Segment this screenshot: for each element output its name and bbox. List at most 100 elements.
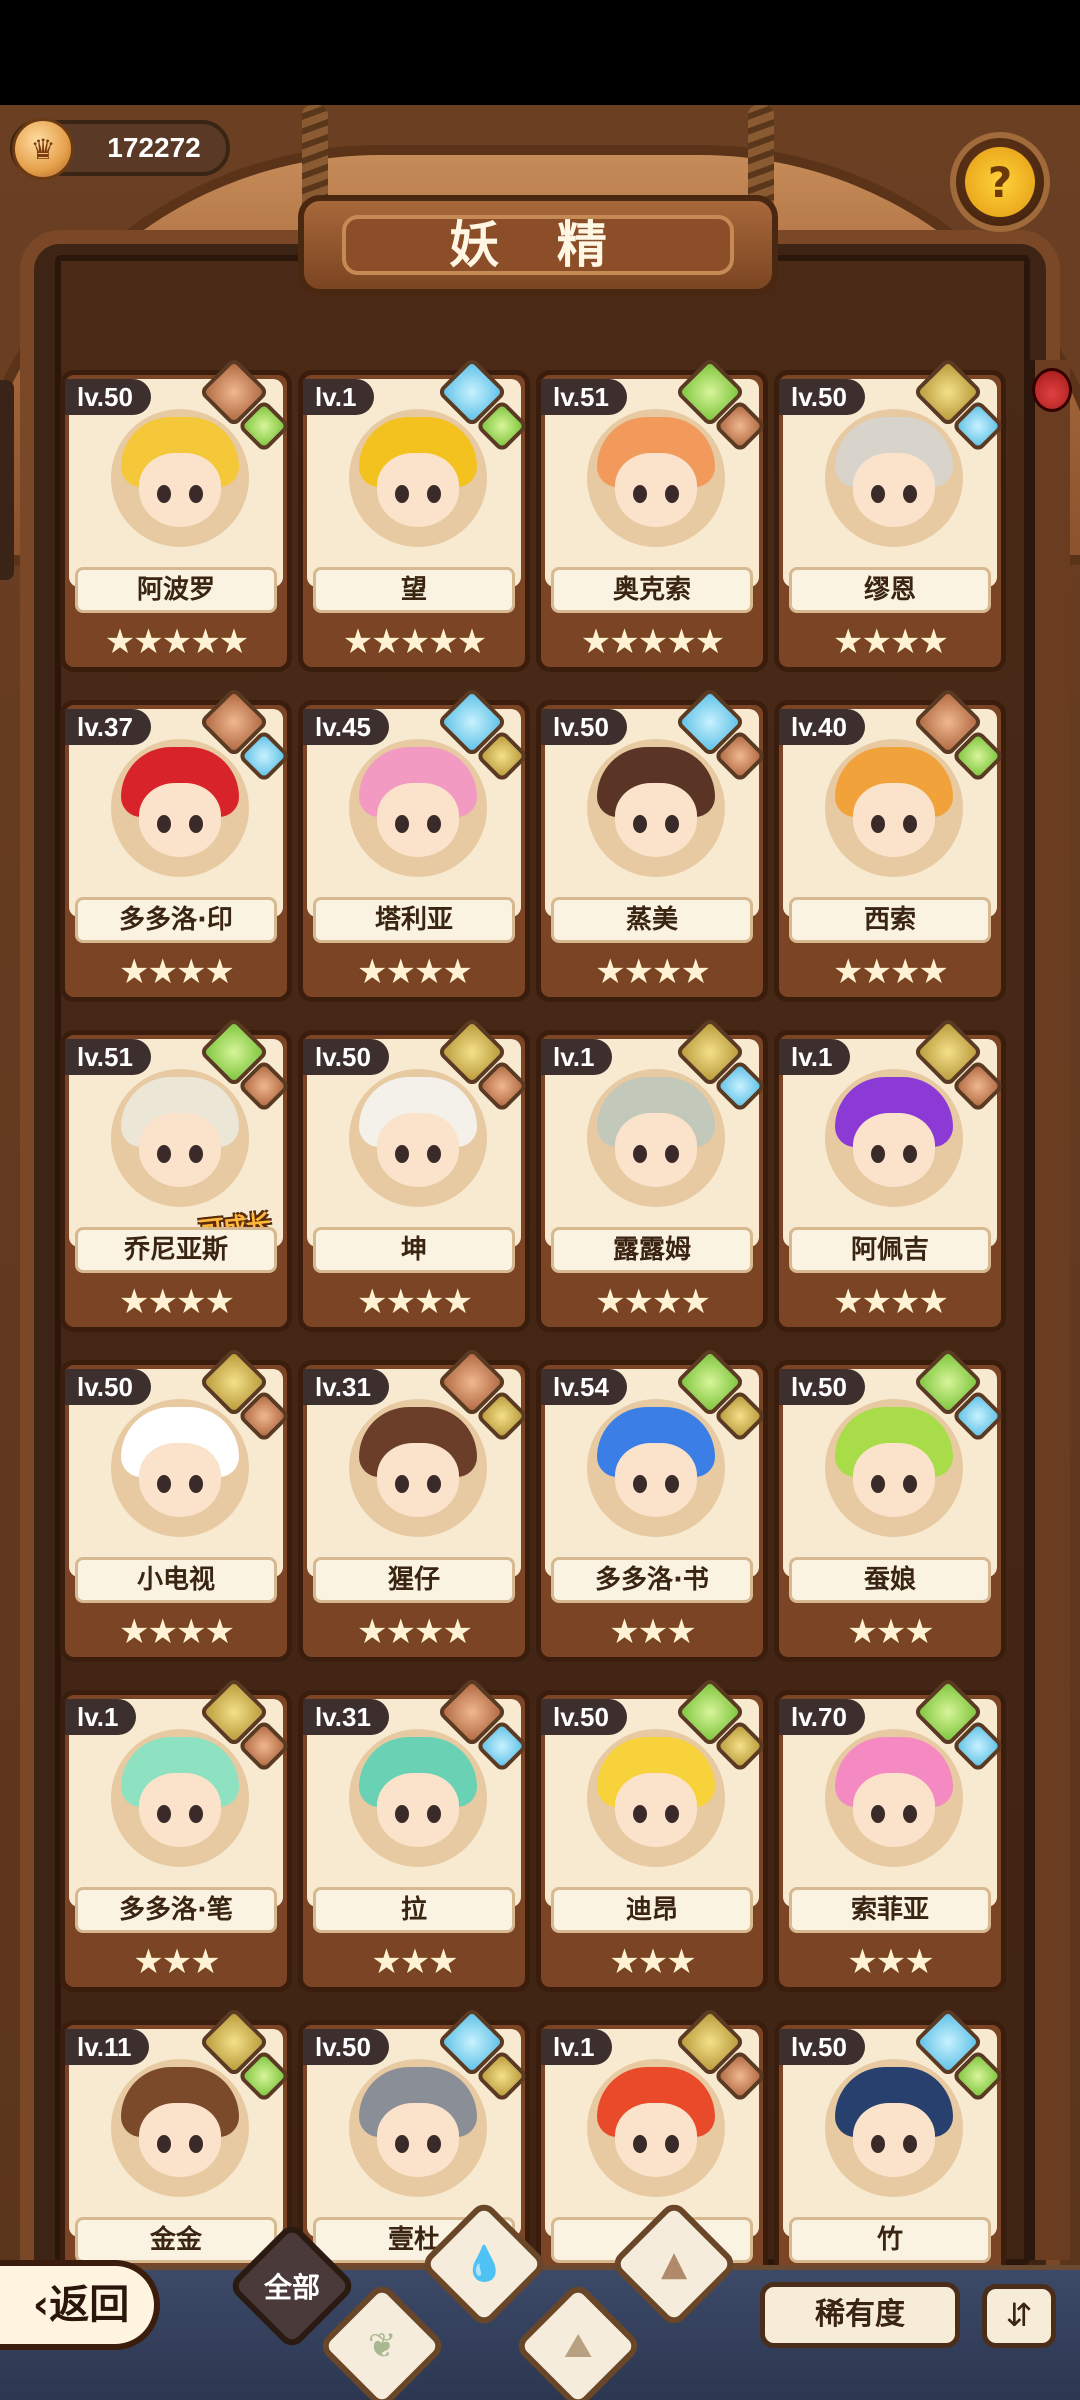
earth-icon: ⛰ <box>563 2326 593 2366</box>
fairy-card[interactable]: lv.51 奥克索 ★★★★★ <box>536 356 768 672</box>
card-paper: lv.50 <box>65 1346 291 1577</box>
portrait-face <box>139 1773 221 1847</box>
coin-counter: ♛ 172272 <box>10 118 230 180</box>
star-rating: ★★★★ <box>833 1282 949 1322</box>
portrait-eye <box>903 1805 917 1823</box>
page-title: 妖 精 <box>342 215 734 275</box>
back-button[interactable]: ‹返回 <box>0 2260 160 2350</box>
portrait-eye <box>903 1475 917 1493</box>
card-paper: lv.1 <box>779 1016 1005 1247</box>
fairy-card[interactable]: lv.1 望 ★★★★★ <box>298 356 530 672</box>
level-badge: lv.50 <box>65 1369 151 1405</box>
fairy-name: 坤 <box>313 1227 515 1273</box>
fairy-card[interactable]: lv.50 迪昂 ★★★ <box>536 1676 768 1992</box>
rarity-sort-button[interactable]: 稀有度 <box>760 2282 960 2348</box>
level-badge: lv.1 <box>541 1039 613 1075</box>
card-paper: lv.50 <box>779 356 1005 587</box>
card-paper: lv.37 <box>65 686 291 917</box>
fairy-card[interactable]: lv.50 小电视 ★★★★ <box>60 1346 292 1662</box>
portrait-face <box>615 1773 697 1847</box>
sprout-icon: ❦ <box>367 2326 397 2366</box>
scroll-rail[interactable] <box>1030 360 1070 2260</box>
level-badge: lv.50 <box>779 2029 865 2065</box>
fairy-name: 蚕娘 <box>789 1557 991 1603</box>
fairy-portrait <box>825 1729 963 1867</box>
portrait-eye <box>633 815 647 833</box>
fairy-name: 奥克索 <box>551 567 753 613</box>
back-label: 返回 <box>49 2282 130 2328</box>
fairy-card[interactable]: lv.31 拉 ★★★ <box>298 1676 530 1992</box>
fairy-name: 阿波罗 <box>75 567 277 613</box>
fairy-card[interactable]: lv.1 多多洛·笔 ★★★ <box>60 1676 292 1992</box>
level-badge: lv.50 <box>65 379 151 415</box>
fairy-card[interactable]: lv.50 坤 ★★★★ <box>298 1016 530 1332</box>
fairy-card[interactable]: lv.31 猩仔 ★★★★ <box>298 1346 530 1662</box>
fairy-card[interactable]: lv.50 蚕娘 ★★★ <box>774 1346 1006 1662</box>
portrait-eye <box>395 485 409 503</box>
fairy-card[interactable]: lv.70 索菲亚 ★★★ <box>774 1676 1006 1992</box>
fairy-card[interactable]: lv.1 阿佩吉 ★★★★ <box>774 1016 1006 1332</box>
fairy-portrait <box>111 409 249 547</box>
portrait-face <box>853 1443 935 1517</box>
portrait-face <box>139 1443 221 1517</box>
fairy-card[interactable]: lv.51可成长乔尼亚斯 ★★★★ <box>60 1016 292 1332</box>
fairy-card[interactable]: lv.1 露露姆 ★★★★ <box>536 1016 768 1332</box>
level-badge: lv.70 <box>779 1699 865 1735</box>
card-paper: lv.1 <box>303 356 529 587</box>
sort-order-icon: ⇵ <box>1005 2296 1033 2334</box>
fairy-portrait <box>587 1069 725 1207</box>
portrait-eye <box>665 1805 679 1823</box>
portrait-eye <box>903 815 917 833</box>
portrait-eye <box>157 1475 171 1493</box>
sort-order-button[interactable]: ⇵ <box>982 2284 1056 2348</box>
star-rating: ★★★★★ <box>580 622 725 662</box>
star-rating: ★★★ <box>133 1942 220 1982</box>
level-badge: lv.31 <box>303 1369 389 1405</box>
card-paper: lv.31 <box>303 1346 529 1577</box>
level-badge: lv.11 <box>65 2029 150 2065</box>
level-badge: lv.37 <box>65 709 151 745</box>
star-rating: ★★★★ <box>833 622 949 662</box>
fairy-card[interactable]: lv.50 阿波罗 ★★★★★ <box>60 356 292 672</box>
portrait-eye <box>633 1805 647 1823</box>
portrait-eye <box>189 1145 203 1163</box>
portrait-face <box>139 783 221 857</box>
fairy-card[interactable]: lv.50 蒸美 ★★★★ <box>536 686 768 1002</box>
level-badge: lv.50 <box>779 379 865 415</box>
fairy-name: 迪昂 <box>551 1887 753 1933</box>
level-badge: lv.1 <box>65 1699 137 1735</box>
portrait-eye <box>427 1475 441 1493</box>
fairy-card[interactable]: lv.54 多多洛·书 ★★★ <box>536 1346 768 1662</box>
portrait-eye <box>189 1805 203 1823</box>
fairy-name: 金金 <box>75 2217 277 2263</box>
portrait-eye <box>395 1145 409 1163</box>
card-paper: lv.54 <box>541 1346 767 1577</box>
portrait-eye <box>395 1805 409 1823</box>
filter-all-label: 全部 <box>263 2270 321 2304</box>
portrait-eye <box>871 1475 885 1493</box>
level-badge: lv.31 <box>303 1699 389 1735</box>
portrait-eye <box>871 1805 885 1823</box>
fairy-card[interactable]: lv.37 多多洛·印 ★★★★ <box>60 686 292 1002</box>
portrait-face <box>139 1113 221 1187</box>
card-paper: lv.50 <box>779 1346 1005 1577</box>
portrait-eye <box>189 815 203 833</box>
fairy-card[interactable]: lv.40 西索 ★★★★ <box>774 686 1006 1002</box>
ladybug-icon[interactable] <box>1032 368 1072 412</box>
portrait-eye <box>395 2135 409 2153</box>
level-badge: lv.54 <box>541 1369 627 1405</box>
star-rating: ★★★★★ <box>104 622 249 662</box>
portrait-face <box>853 783 935 857</box>
fairy-card[interactable]: lv.50 缪恩 ★★★★ <box>774 356 1006 672</box>
portrait-eye <box>395 1475 409 1493</box>
portrait-face <box>377 1773 459 1847</box>
level-badge: lv.51 <box>541 379 627 415</box>
fairy-card[interactable]: lv.45 塔利亚 ★★★★ <box>298 686 530 1002</box>
help-button[interactable]: ? <box>950 132 1050 232</box>
portrait-face <box>615 1113 697 1187</box>
fairy-portrait <box>587 1399 725 1537</box>
level-badge: lv.1 <box>303 379 375 415</box>
level-badge: lv.50 <box>303 2029 389 2065</box>
fairy-portrait <box>825 1069 963 1207</box>
card-paper: lv.50 <box>541 686 767 917</box>
